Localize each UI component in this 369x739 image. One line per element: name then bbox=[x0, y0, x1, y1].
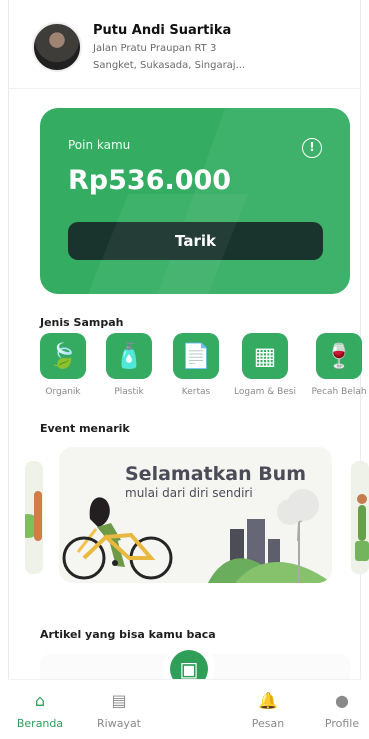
header-divider bbox=[8, 88, 361, 89]
events-title: Event menarik bbox=[40, 422, 130, 435]
bell-icon: 🔔 bbox=[258, 691, 278, 710]
nav-history[interactable]: ▤ Riwayat bbox=[89, 684, 149, 736]
category-label: Plastik bbox=[114, 387, 144, 397]
metal-icon: ▦ bbox=[242, 333, 288, 379]
history-icon: ▤ bbox=[111, 691, 127, 710]
previous-event-art bbox=[25, 461, 43, 574]
profile-icon: ● bbox=[335, 691, 349, 710]
category-glass[interactable]: 🍷 Pecah Belah bbox=[311, 333, 369, 399]
event-heading: Selamatkan Bum bbox=[125, 463, 307, 485]
nav-home[interactable]: ⌂ Beranda bbox=[10, 684, 70, 736]
points-label: Poin kamu bbox=[68, 138, 131, 152]
bottom-navigation: ⌂ Beranda ▤ Riwayat 🔔 Pesan ● Profile bbox=[8, 679, 361, 739]
category-metal[interactable]: ▦ Logam & Besi bbox=[234, 333, 308, 399]
plastic-bottle-icon: 🧴 bbox=[106, 333, 152, 379]
next-event-art bbox=[351, 461, 369, 574]
category-label: Organik bbox=[45, 387, 81, 397]
previous-event-card[interactable] bbox=[25, 461, 43, 574]
paper-icon: 📄 bbox=[173, 333, 219, 379]
user-avatar[interactable] bbox=[32, 22, 82, 72]
nav-history-label: Riwayat bbox=[97, 717, 141, 730]
nav-home-label: Beranda bbox=[16, 717, 64, 730]
nav-profile-label: Profile bbox=[324, 717, 360, 730]
category-paper[interactable]: 📄 Kertas bbox=[173, 333, 239, 399]
points-value: Rp536.000 bbox=[68, 165, 232, 196]
points-card: Poin kamu Rp536.000 ! Tarik bbox=[40, 108, 350, 294]
user-name: Putu Andi Suartika bbox=[93, 23, 232, 38]
user-header[interactable]: Putu Andi Suartika Jalan Pratu Praupan R… bbox=[32, 18, 322, 80]
event-subtitle: mulai dari diri sendiri bbox=[125, 486, 253, 500]
address-line-two: Sangket, Sukasada, Singaraj... bbox=[93, 60, 246, 71]
category-label: Logam & Besi bbox=[234, 387, 296, 397]
category-plastic[interactable]: 🧴 Plastik bbox=[106, 333, 172, 399]
withdraw-button[interactable]: Tarik bbox=[68, 222, 323, 260]
glass-icon: 🍷 bbox=[316, 333, 362, 379]
articles-title: Artikel yang bisa kamu baca bbox=[40, 628, 216, 641]
nav-messages[interactable]: 🔔 Pesan bbox=[238, 684, 298, 736]
event-card-save-earth[interactable]: Selamatkan Bum mulai dari diri sendiri bbox=[59, 447, 332, 583]
info-icon[interactable]: ! bbox=[302, 138, 322, 158]
home-icon: ⌂ bbox=[34, 691, 46, 710]
category-label: Pecah Belah bbox=[311, 387, 367, 397]
waste-types-title: Jenis Sampah bbox=[40, 316, 124, 329]
next-event-card[interactable] bbox=[351, 461, 369, 574]
address-line-one: Jalan Pratu Praupan RT 3 bbox=[93, 43, 217, 54]
waste-category-list: 🍃 Organik 🧴 Plastik 📄 Kertas ▦ Logam & Besi … bbox=[40, 333, 369, 401]
nav-messages-label: Pesan bbox=[251, 717, 285, 730]
category-organic[interactable]: 🍃 Organik bbox=[40, 333, 106, 399]
event-carousel[interactable]: Selamatkan Bum mulai dari diri sendiri bbox=[25, 447, 369, 583]
nav-profile[interactable]: ● Profile bbox=[312, 684, 369, 736]
leaf-icon: 🍃 bbox=[40, 333, 86, 379]
category-label: Kertas bbox=[181, 387, 211, 397]
